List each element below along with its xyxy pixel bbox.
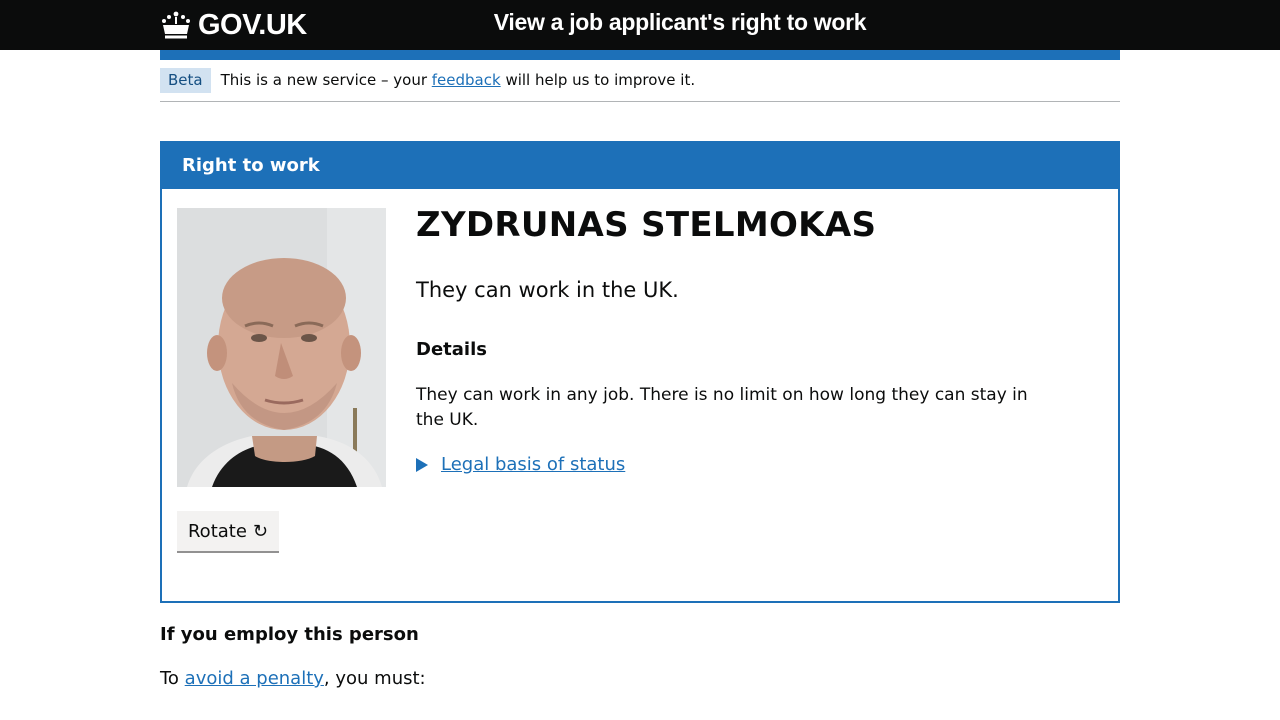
rotate-icon: ↻ xyxy=(252,520,269,542)
employer-text-after: , you must: xyxy=(323,668,426,689)
govuk-header: GOV.UK View a job applicant's right to w… xyxy=(0,0,1280,50)
work-status: They can work in the UK. xyxy=(416,278,679,302)
phase-text-before: This is a new service – your xyxy=(220,71,432,89)
legal-basis-toggle[interactable]: Legal basis of status xyxy=(416,454,625,475)
avoid-penalty-link[interactable]: avoid a penalty xyxy=(185,668,324,689)
triangle-right-icon xyxy=(416,457,428,472)
applicant-photo xyxy=(177,208,386,487)
applicant-name: ZYDRUNAS STELMOKAS xyxy=(416,205,877,245)
phase-text-after: will help us to improve it. xyxy=(500,71,696,89)
service-name[interactable]: View a job applicant's right to work xyxy=(0,9,1280,36)
applicant-photo-image xyxy=(177,208,386,487)
employer-text-before: To xyxy=(160,668,185,689)
header-blue-strip xyxy=(160,50,1120,60)
details-text: They can work in any job. There is no li… xyxy=(416,385,1028,430)
details-heading: Details xyxy=(416,339,487,360)
rotate-label: Rotate xyxy=(187,520,247,542)
phase-banner: Beta This is a new service – your feedba… xyxy=(160,68,1120,102)
phase-tag: Beta xyxy=(160,68,211,93)
right-to-work-panel: Right to work Rotate ↻ ZYDRUNAS STELMOKA… xyxy=(160,141,1120,603)
rotate-button[interactable]: Rotate ↻ xyxy=(177,511,279,551)
panel-title: Right to work xyxy=(162,143,1118,189)
employer-heading: If you employ this person xyxy=(160,624,419,645)
feedback-link[interactable]: feedback xyxy=(432,71,501,89)
legal-basis-link[interactable]: Legal basis of status xyxy=(441,454,625,475)
phase-text: This is a new service – your feedback wi… xyxy=(221,68,696,92)
employer-text: To avoid a penalty, you must: xyxy=(160,668,426,689)
